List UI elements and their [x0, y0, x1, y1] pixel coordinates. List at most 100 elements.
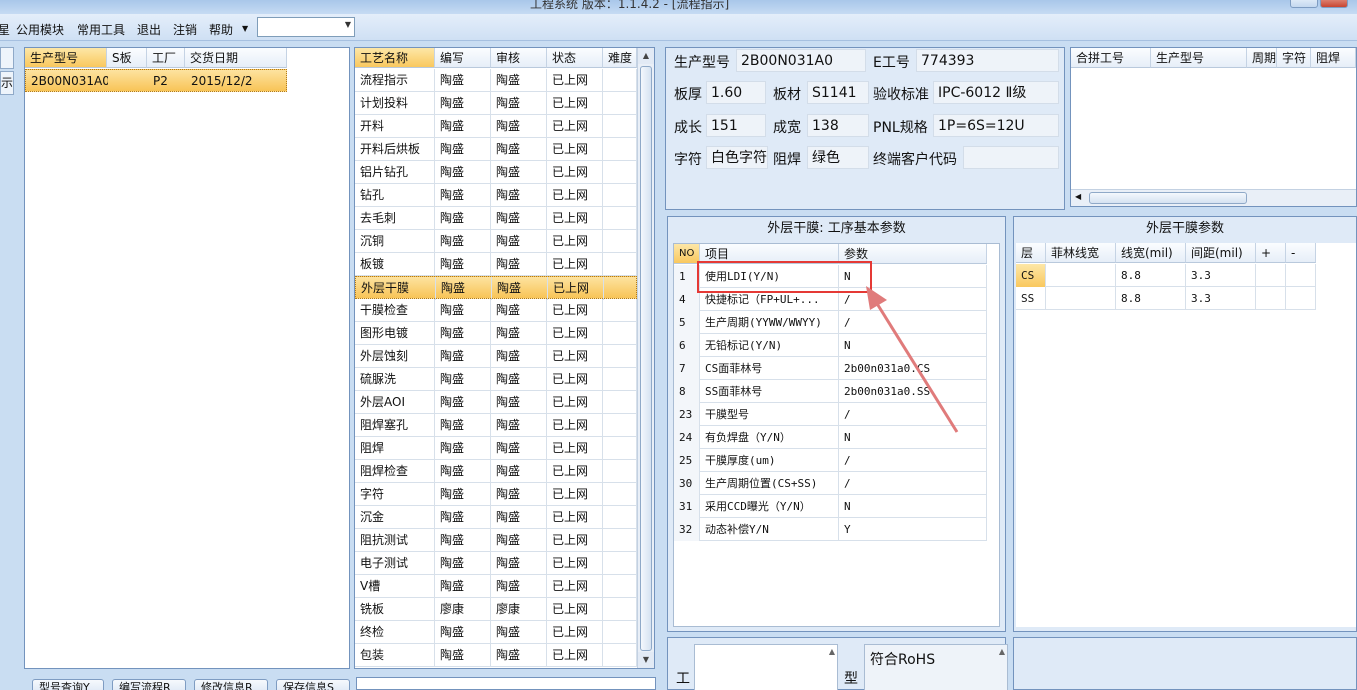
material-field[interactable]: S1141	[807, 81, 869, 104]
process-row[interactable]: 硫脲洗 陶盛 陶盛 已上网	[355, 368, 637, 391]
merge-col-header[interactable]: 合拼工号	[1071, 48, 1151, 68]
process-col-header[interactable]: 状态	[547, 48, 603, 68]
order-col-header[interactable]: S板	[107, 48, 147, 68]
close-button[interactable]	[1320, 0, 1348, 8]
soldermask-field[interactable]: 绿色	[807, 146, 869, 169]
process-list-scrollbar[interactable]: ▲ ▼	[637, 48, 654, 668]
params-row[interactable]: 6 无铅标记(Y/N) N	[674, 334, 987, 357]
scroll-up-icon[interactable]: ▲	[829, 647, 835, 656]
menu-help[interactable]: 帮助	[209, 21, 233, 38]
left-stub-button-top[interactable]	[0, 47, 14, 69]
menu-combo-box[interactable]: ▼	[257, 17, 355, 37]
params-row[interactable]: 7 CS面菲林号 2b00n031a0.CS	[674, 357, 987, 380]
menu-public-modules[interactable]: 公用模块	[16, 21, 64, 38]
width-field[interactable]: 138	[807, 114, 869, 137]
params-cell[interactable]: 2b00n031a0.CS	[839, 357, 987, 380]
merge-hscrollbar[interactable]: ◀	[1071, 189, 1356, 206]
save-info-button[interactable]: 保存信息S	[276, 679, 350, 690]
film-col-header[interactable]: +	[1256, 243, 1286, 263]
params-col-header[interactable]: 项目	[700, 244, 839, 264]
process-col-header[interactable]: 编写	[435, 48, 491, 68]
merge-col-header[interactable]: 周期	[1247, 48, 1277, 68]
scroll-up-icon[interactable]: ▲	[638, 48, 654, 64]
params-row[interactable]: 8 SS面菲林号 2b00n031a0.SS	[674, 380, 987, 403]
minimize-button[interactable]	[1290, 0, 1318, 8]
params-col-header[interactable]: NO	[674, 244, 700, 264]
process-row[interactable]: 板镀 陶盛 陶盛 已上网	[355, 253, 637, 276]
process-row[interactable]: 流程指示 陶盛 陶盛 已上网	[355, 69, 637, 92]
process-row[interactable]: 开料 陶盛 陶盛 已上网	[355, 115, 637, 138]
params-row[interactable]: 30 生产周期位置(CS+SS) /	[674, 472, 987, 495]
film-row[interactable]: CS 8.8 3.3	[1016, 264, 1316, 287]
chevron-down-icon[interactable]: ▼	[345, 20, 351, 29]
params-cell[interactable]: /	[839, 288, 987, 311]
process-row[interactable]: 图形电镀 陶盛 陶盛 已上网	[355, 322, 637, 345]
model-field[interactable]: 2B00N031A0	[736, 49, 866, 72]
process-row[interactable]: 电子测试 陶盛 陶盛 已上网	[355, 552, 637, 575]
params-cell[interactable]: /	[839, 403, 987, 426]
scroll-left-icon[interactable]: ◀	[1075, 192, 1081, 201]
film-cell[interactable]	[1286, 287, 1316, 310]
process-row[interactable]: 外层蚀刻 陶盛 陶盛 已上网	[355, 345, 637, 368]
order-col-header[interactable]: 生产型号	[25, 48, 107, 68]
menu-exit[interactable]: 退出	[137, 21, 161, 38]
help-dropdown-icon[interactable]: ▼	[242, 24, 248, 33]
params-cell[interactable]: /	[839, 311, 987, 334]
params-row[interactable]: 32 动态补偿Y/N Y	[674, 518, 987, 541]
film-col-header[interactable]: 菲林线宽	[1046, 243, 1116, 263]
params-row[interactable]: 1 使用LDI(Y/N) N	[674, 265, 987, 288]
params-row[interactable]: 31 采用CCD曝光（Y/N） N	[674, 495, 987, 518]
params-cell[interactable]: /	[839, 472, 987, 495]
process-row[interactable]: 沉金 陶盛 陶盛 已上网	[355, 506, 637, 529]
process-row[interactable]: 去毛刺 陶盛 陶盛 已上网	[355, 207, 637, 230]
film-cell[interactable]	[1046, 287, 1116, 310]
film-cell[interactable]: 8.8	[1116, 287, 1186, 310]
pnl-field[interactable]: 1P=6S=12U	[933, 114, 1059, 137]
process-row[interactable]: 阻焊塞孔 陶盛 陶盛 已上网	[355, 414, 637, 437]
process-row[interactable]: V槽 陶盛 陶盛 已上网	[355, 575, 637, 598]
process-col-header[interactable]: 难度	[603, 48, 637, 68]
scroll-thumb[interactable]	[640, 66, 652, 651]
menu-item-partial[interactable]: 星	[0, 21, 10, 38]
process-col-header[interactable]: 审核	[491, 48, 547, 68]
process-row[interactable]: 阻焊 陶盛 陶盛 已上网	[355, 437, 637, 460]
film-cell[interactable]: 3.3	[1186, 287, 1256, 310]
left-stub-button[interactable]: 示	[0, 71, 14, 95]
film-cell[interactable]	[1256, 287, 1286, 310]
params-cell[interactable]: N	[839, 265, 987, 288]
standard-field[interactable]: IPC-6012 Ⅱ级	[933, 81, 1059, 104]
merge-col-header[interactable]: 阻焊	[1311, 48, 1356, 68]
process-row[interactable]: 阻抗测试 陶盛 陶盛 已上网	[355, 529, 637, 552]
menu-logout[interactable]: 注销	[173, 21, 197, 38]
process-row[interactable]: 沉铜 陶盛 陶盛 已上网	[355, 230, 637, 253]
film-col-header[interactable]: 线宽(mil)	[1116, 243, 1186, 263]
remark-textarea-right[interactable]: 符合RoHS ▲	[864, 644, 1008, 690]
params-row[interactable]: 23 干膜型号 /	[674, 403, 987, 426]
process-row[interactable]: 外层AOI 陶盛 陶盛 已上网	[355, 391, 637, 414]
process-row[interactable]: 阻焊检查 陶盛 陶盛 已上网	[355, 460, 637, 483]
process-row[interactable]: 包装 陶盛 陶盛 已上网	[355, 644, 637, 667]
merge-col-header[interactable]: 生产型号	[1151, 48, 1247, 68]
params-row[interactable]: 25 干膜厚度(um) /	[674, 449, 987, 472]
params-cell[interactable]: /	[839, 449, 987, 472]
params-cell[interactable]: N	[839, 426, 987, 449]
film-col-header[interactable]: 层	[1016, 243, 1046, 263]
order-col-header[interactable]: 交货日期	[185, 48, 287, 68]
film-cell[interactable]	[1256, 264, 1286, 287]
process-row[interactable]: 铝片钻孔 陶盛 陶盛 已上网	[355, 161, 637, 184]
process-row[interactable]: 开料后烘板 陶盛 陶盛 已上网	[355, 138, 637, 161]
params-cell[interactable]: 2b00n031a0.SS	[839, 380, 987, 403]
film-col-header[interactable]: 间距(mil)	[1186, 243, 1256, 263]
merge-col-header[interactable]: 字符	[1277, 48, 1311, 68]
film-row[interactable]: SS 8.8 3.3	[1016, 287, 1316, 310]
film-cell[interactable]: 3.3	[1186, 264, 1256, 287]
process-row[interactable]: 铣板 廖康 廖康 已上网	[355, 598, 637, 621]
scroll-up-icon[interactable]: ▲	[999, 647, 1005, 656]
order-col-header[interactable]: 工厂	[147, 48, 185, 68]
merge-scroll-thumb[interactable]	[1089, 192, 1247, 204]
params-col-header[interactable]: 参数	[839, 244, 987, 264]
params-cell[interactable]: N	[839, 334, 987, 357]
modify-info-button[interactable]: 修改信息R	[194, 679, 268, 690]
film-col-header[interactable]: -	[1286, 243, 1316, 263]
process-row[interactable]: 外层干膜 陶盛 陶盛 已上网	[355, 276, 638, 300]
